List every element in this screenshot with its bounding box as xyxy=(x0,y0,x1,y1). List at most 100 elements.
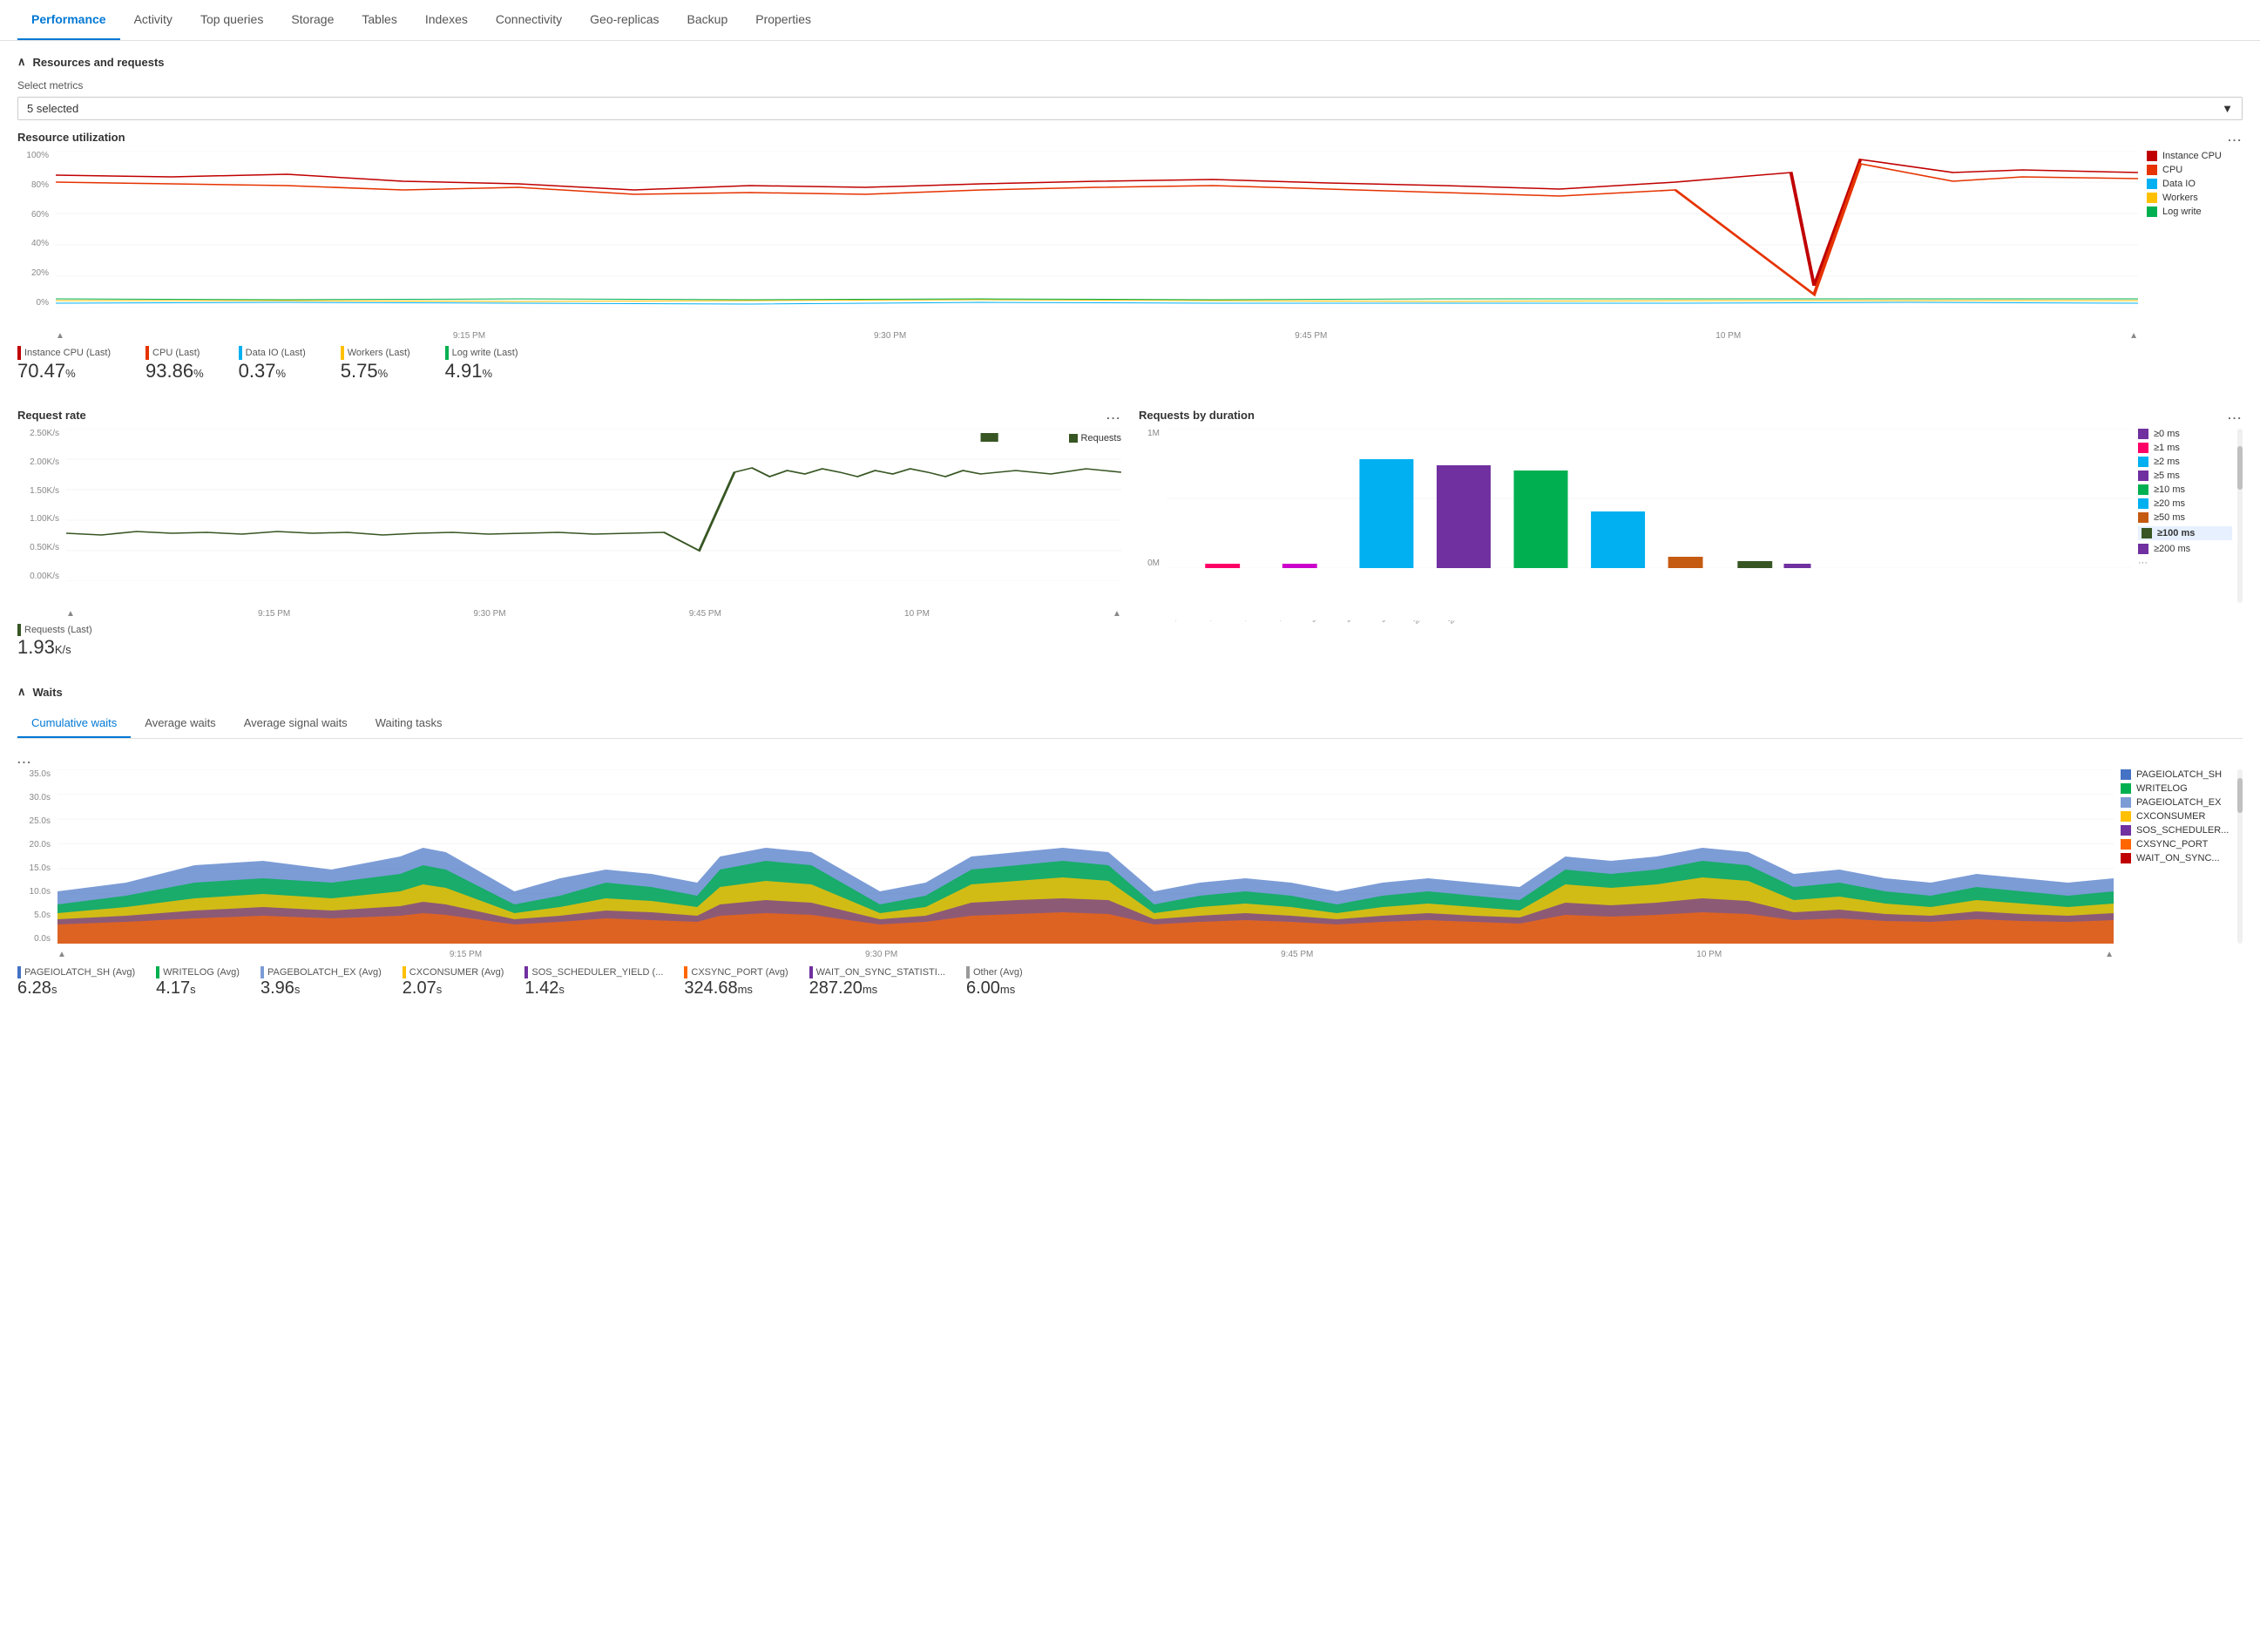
resources-section-header[interactable]: ∧ Resources and requests xyxy=(17,55,2243,69)
waits-scrollbar-thumb[interactable] xyxy=(2237,778,2243,813)
resources-section-title: Resources and requests xyxy=(33,56,165,69)
bm-wait-on-sync-value: 287.20ms xyxy=(809,978,945,999)
w-x-tri: ▲ xyxy=(58,950,66,959)
rr-y-150: 1.50K/s xyxy=(17,486,59,496)
nav-bar: Performance Activity Top queries Storage… xyxy=(0,0,2260,41)
x-label-10pm: 10 PM xyxy=(1715,331,1741,341)
tab-geo-replicas[interactable]: Geo-replicas xyxy=(576,0,673,40)
select-metrics-dropdown[interactable]: 5 selected ▼ xyxy=(17,97,2243,120)
bm-cxconsumer-label: CXCONSUMER (Avg) xyxy=(409,967,504,978)
request-rate-title: Request rate ... xyxy=(17,409,1121,422)
bm-cxsync-value: 324.68ms xyxy=(684,978,788,999)
rbd-y-0m: 0M xyxy=(1139,559,1160,568)
request-rate-chart: 2.50K/s 2.00K/s 1.50K/s 1.00K/s 0.50K/s … xyxy=(17,429,1121,603)
tab-connectivity[interactable]: Connectivity xyxy=(482,0,576,40)
legend-cpu: CPU xyxy=(2147,165,2243,175)
tab-activity[interactable]: Activity xyxy=(120,0,186,40)
waits-section-header[interactable]: ∧ Waits xyxy=(17,685,2243,699)
resource-utilization-section: Resource utilization ... 100% 80% 60% 40… xyxy=(17,131,2243,383)
rr-x-930: 9:30 PM xyxy=(473,609,505,619)
metric-cpu-value: 93.86% xyxy=(145,360,204,383)
bm-writelog-value: 4.17s xyxy=(156,978,240,999)
waits-legend: PAGEIOLATCH_SH WRITELOG PAGEIOLATCH_EX C… xyxy=(2121,769,2243,944)
tab-tables[interactable]: Tables xyxy=(348,0,410,40)
w-y-5s: 5.0s xyxy=(17,911,51,920)
waits-section: ∧ Waits Cumulative waits Average waits A… xyxy=(17,685,2243,1005)
legend-20ms: ≥20 ms xyxy=(2138,498,2232,509)
tab-waiting-tasks[interactable]: Waiting tasks xyxy=(362,709,457,738)
rbd-y-1m: 1M xyxy=(1139,429,1160,438)
waits-chart-with-legend: 35.0s 30.0s 25.0s 20.0s 15.0s 10.0s 5.0s… xyxy=(17,769,2243,944)
tab-average-waits[interactable]: Average waits xyxy=(131,709,229,738)
tab-performance[interactable]: Performance xyxy=(17,0,120,40)
bottom-metric-pageiolatch-ex: PAGEBOLATCH_EX (Avg) 3.96s xyxy=(261,966,382,999)
w-x-945: 9:45 PM xyxy=(1281,950,1313,959)
requests-by-duration-chart-container: 1M 0M xyxy=(1139,429,2243,603)
rr-x-945: 9:45 PM xyxy=(689,609,721,619)
select-metrics-label: Select metrics xyxy=(17,79,2243,91)
waits-section-title: Waits xyxy=(33,686,63,699)
y-label-60: 60% xyxy=(17,210,49,220)
legend-200ms: ≥200 ms xyxy=(2138,544,2232,554)
nav-tabs: Performance Activity Top queries Storage… xyxy=(0,0,2260,41)
requests-by-duration-col: Requests by duration ... 1M 0M xyxy=(1139,409,2243,659)
rr-y-100: 1.00K/s xyxy=(17,514,59,524)
metric-log-write-label: Log write (Last) xyxy=(452,348,518,358)
legend-100ms: ≥100 ms xyxy=(2138,526,2232,540)
bottom-metric-pageiolatch-sh: PAGEIOLATCH_SH (Avg) 6.28s xyxy=(17,966,135,999)
w-y-0s: 0.0s xyxy=(17,934,51,944)
y-label-100: 100% xyxy=(17,151,49,160)
two-col-charts: Request rate ... 2.50K/s 2.00K/s 1.50K/s… xyxy=(17,409,2243,659)
scrollbar-thumb[interactable] xyxy=(2237,446,2243,490)
bm-writelog-label: WRITELOG (Avg) xyxy=(163,967,240,978)
main-content: ∧ Resources and requests Select metrics … xyxy=(0,41,2260,1019)
metric-workers-label: Workers (Last) xyxy=(348,348,410,358)
dropdown-value: 5 selected xyxy=(27,102,78,115)
chevron-up-icon: ∧ xyxy=(17,55,26,69)
bm-sos-value: 1.42s xyxy=(524,978,663,999)
bm-other-label: Other (Avg) xyxy=(973,967,1023,978)
waits-svg xyxy=(58,769,2114,944)
tab-properties[interactable]: Properties xyxy=(741,0,825,40)
requests-by-duration-title: Requests by duration ... xyxy=(1139,409,2243,422)
tab-indexes[interactable]: Indexes xyxy=(411,0,482,40)
metric-log-write-value: 4.91% xyxy=(445,360,518,383)
bm-cxconsumer-value: 2.07s xyxy=(403,978,504,999)
legend-instance-cpu: Instance CPU xyxy=(2147,151,2243,161)
metric-data-io-label: Data IO (Last) xyxy=(246,348,306,358)
bottom-metric-sos-scheduler: SOS_SCHEDULER_YIELD (... 1.42s xyxy=(524,966,663,999)
rr-x-10pm: 10 PM xyxy=(904,609,930,619)
tab-cumulative-waits[interactable]: Cumulative waits xyxy=(17,709,131,738)
tab-backup[interactable]: Backup xyxy=(673,0,742,40)
bm-other-value: 6.00ms xyxy=(966,978,1023,999)
w-x-10pm: 10 PM xyxy=(1696,950,1722,959)
requests-by-duration-chart: 1M 0M xyxy=(1139,429,2131,603)
tab-average-signal-waits[interactable]: Average signal waits xyxy=(230,709,362,738)
metric-data-io-value: 0.37% xyxy=(239,360,306,383)
metric-data-io: Data IO (Last) 0.37% xyxy=(239,346,306,383)
legend-cxsync-port: CXSYNC_PORT xyxy=(2121,839,2232,850)
w-y-35s: 35.0s xyxy=(17,769,51,779)
legend-data-io: Data IO xyxy=(2147,179,2243,189)
request-rate-more[interactable]: ... xyxy=(1106,409,1121,422)
metric-instance-cpu-value: 70.47% xyxy=(17,360,111,383)
request-rate-col: Request rate ... 2.50K/s 2.00K/s 1.50K/s… xyxy=(17,409,1121,659)
requests-by-duration-legend: ≥0 ms ≥1 ms ≥2 ms ≥5 ms xyxy=(2138,429,2243,603)
tab-top-queries[interactable]: Top queries xyxy=(186,0,277,40)
rr-x-915: 9:15 PM xyxy=(258,609,290,619)
rr-y-200: 2.00K/s xyxy=(17,457,59,467)
requests-by-duration-more[interactable]: ... xyxy=(2228,409,2243,422)
legend-ellipsis: ··· xyxy=(2138,558,2232,568)
waits-more[interactable]: ... xyxy=(17,753,32,766)
bm-pageiolatch-sh-value: 6.28s xyxy=(17,978,135,999)
resource-utilization-more[interactable]: ... xyxy=(2228,131,2243,144)
w-y-25s: 25.0s xyxy=(17,816,51,826)
legend-cxconsumer: CXCONSUMER xyxy=(2121,811,2232,822)
bm-pageiolatch-sh-label: PAGEIOLATCH_SH (Avg) xyxy=(24,967,135,978)
tab-storage[interactable]: Storage xyxy=(277,0,348,40)
metric-instance-cpu-label: Instance CPU (Last) xyxy=(24,348,111,358)
request-rate-metric-value: 1.93K/s xyxy=(17,636,1121,659)
rr-x-tri: ▲ xyxy=(66,609,75,619)
bm-sos-label: SOS_SCHEDULER_YIELD (... xyxy=(531,967,663,978)
resource-utilization-legend: Instance CPU CPU Data IO Workers xyxy=(2147,151,2243,217)
